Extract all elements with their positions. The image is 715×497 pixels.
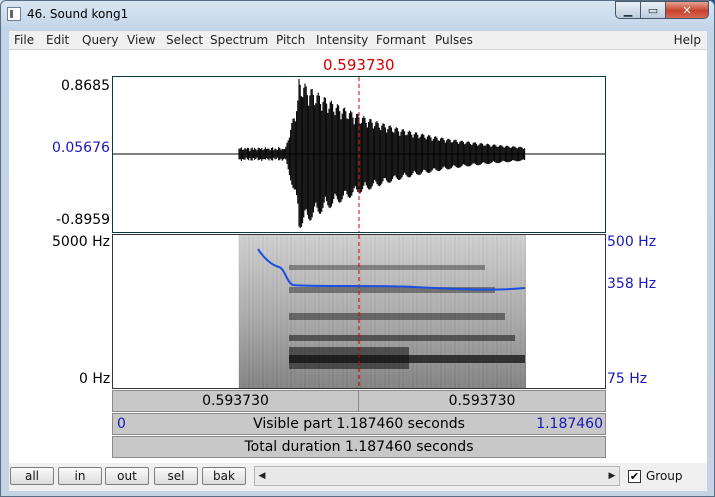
menu-intensity[interactable]: Intensity xyxy=(316,33,368,47)
scroll-right-icon[interactable]: ▶ xyxy=(605,467,619,485)
maximize-icon: ▭ xyxy=(647,3,659,17)
menu-pitch[interactable]: Pitch xyxy=(276,33,305,47)
visible-end-label: 1.187460 xyxy=(536,416,603,432)
checkmark-icon: ✔ xyxy=(629,470,640,483)
spectrogram-plot xyxy=(238,235,526,388)
bak-button[interactable]: bak xyxy=(202,467,246,485)
all-button[interactable]: all xyxy=(10,467,54,485)
formant-band xyxy=(289,313,505,320)
menu-edit[interactable]: Edit xyxy=(46,33,69,47)
close-icon: ✕ xyxy=(682,3,692,17)
visible-part-label: Visible part 1.187460 seconds xyxy=(253,416,465,432)
waveform-max-label: 0.8685 xyxy=(61,78,110,94)
window-controls: ▁ ▭ ✕ xyxy=(615,1,709,21)
group-checkbox[interactable]: ✔ xyxy=(628,470,641,483)
group-label: Group xyxy=(646,469,683,483)
spectrogram-max-freq-label: 5000 Hz xyxy=(52,234,110,250)
pitch-mid-label: 358 Hz xyxy=(607,276,657,292)
time-segment-right[interactable]: 0.593730 xyxy=(358,390,606,412)
menu-query[interactable]: Query xyxy=(82,33,118,47)
app-icon xyxy=(7,7,21,21)
visible-part-bar[interactable]: 0 Visible part 1.187460 seconds 1.187460 xyxy=(112,413,606,435)
sel-button[interactable]: sel xyxy=(154,467,198,485)
title-bar[interactable]: 46. Sound kong1 ▁ ▭ ✕ xyxy=(1,1,714,29)
editor-client-area: File Edit Query View Select Spectrum Pit… xyxy=(9,31,707,491)
scroll-left-icon[interactable]: ◀ xyxy=(255,467,269,485)
menu-help[interactable]: Help xyxy=(674,33,701,47)
spectrogram-min-freq-label: 0 Hz xyxy=(79,371,111,387)
pitch-min-label: 75 Hz xyxy=(607,371,648,387)
formant-band xyxy=(289,265,485,270)
close-button[interactable]: ✕ xyxy=(665,1,709,19)
waveform-mid-label: 0.05676 xyxy=(52,140,110,156)
menu-file[interactable]: File xyxy=(14,33,34,47)
menu-pulses[interactable]: Pulses xyxy=(435,33,473,47)
waveform-trace xyxy=(238,79,526,228)
maximize-button[interactable]: ▭ xyxy=(640,1,666,19)
low-energy-band xyxy=(289,347,409,369)
waveform-plot xyxy=(113,77,605,232)
sound-editor-window: 46. Sound kong1 ▁ ▭ ✕ File Edit Query Vi… xyxy=(0,0,715,497)
menu-formant[interactable]: Formant xyxy=(376,33,426,47)
menu-spectrum[interactable]: Spectrum xyxy=(210,33,268,47)
waveform-min-label: -0.8959 xyxy=(56,212,111,228)
bottom-toolbar: all in out sel bak ◀ ▶ ✔ Group xyxy=(9,463,707,491)
window-title: 46. Sound kong1 xyxy=(27,7,129,21)
total-duration-bar[interactable]: Total duration 1.187460 seconds xyxy=(112,436,606,458)
waveform-panel[interactable] xyxy=(112,76,606,233)
visible-start-label: 0 xyxy=(117,416,126,432)
time-scrollbar[interactable]: ◀ ▶ xyxy=(254,466,620,486)
spectrogram-panel[interactable] xyxy=(112,234,606,389)
pitch-max-label: 500 Hz xyxy=(607,234,657,250)
menu-view[interactable]: View xyxy=(127,33,155,47)
out-button[interactable]: out xyxy=(105,467,149,485)
minimize-button[interactable]: ▁ xyxy=(615,1,641,19)
formant-band xyxy=(289,335,515,341)
menu-select[interactable]: Select xyxy=(166,33,203,47)
menu-bar: File Edit Query View Select Spectrum Pit… xyxy=(9,31,707,50)
cursor-time-label: 0.593730 xyxy=(323,56,395,74)
minimize-icon: ▁ xyxy=(623,3,633,17)
time-segment-left[interactable]: 0.593730 xyxy=(112,390,359,412)
in-button[interactable]: in xyxy=(58,467,102,485)
